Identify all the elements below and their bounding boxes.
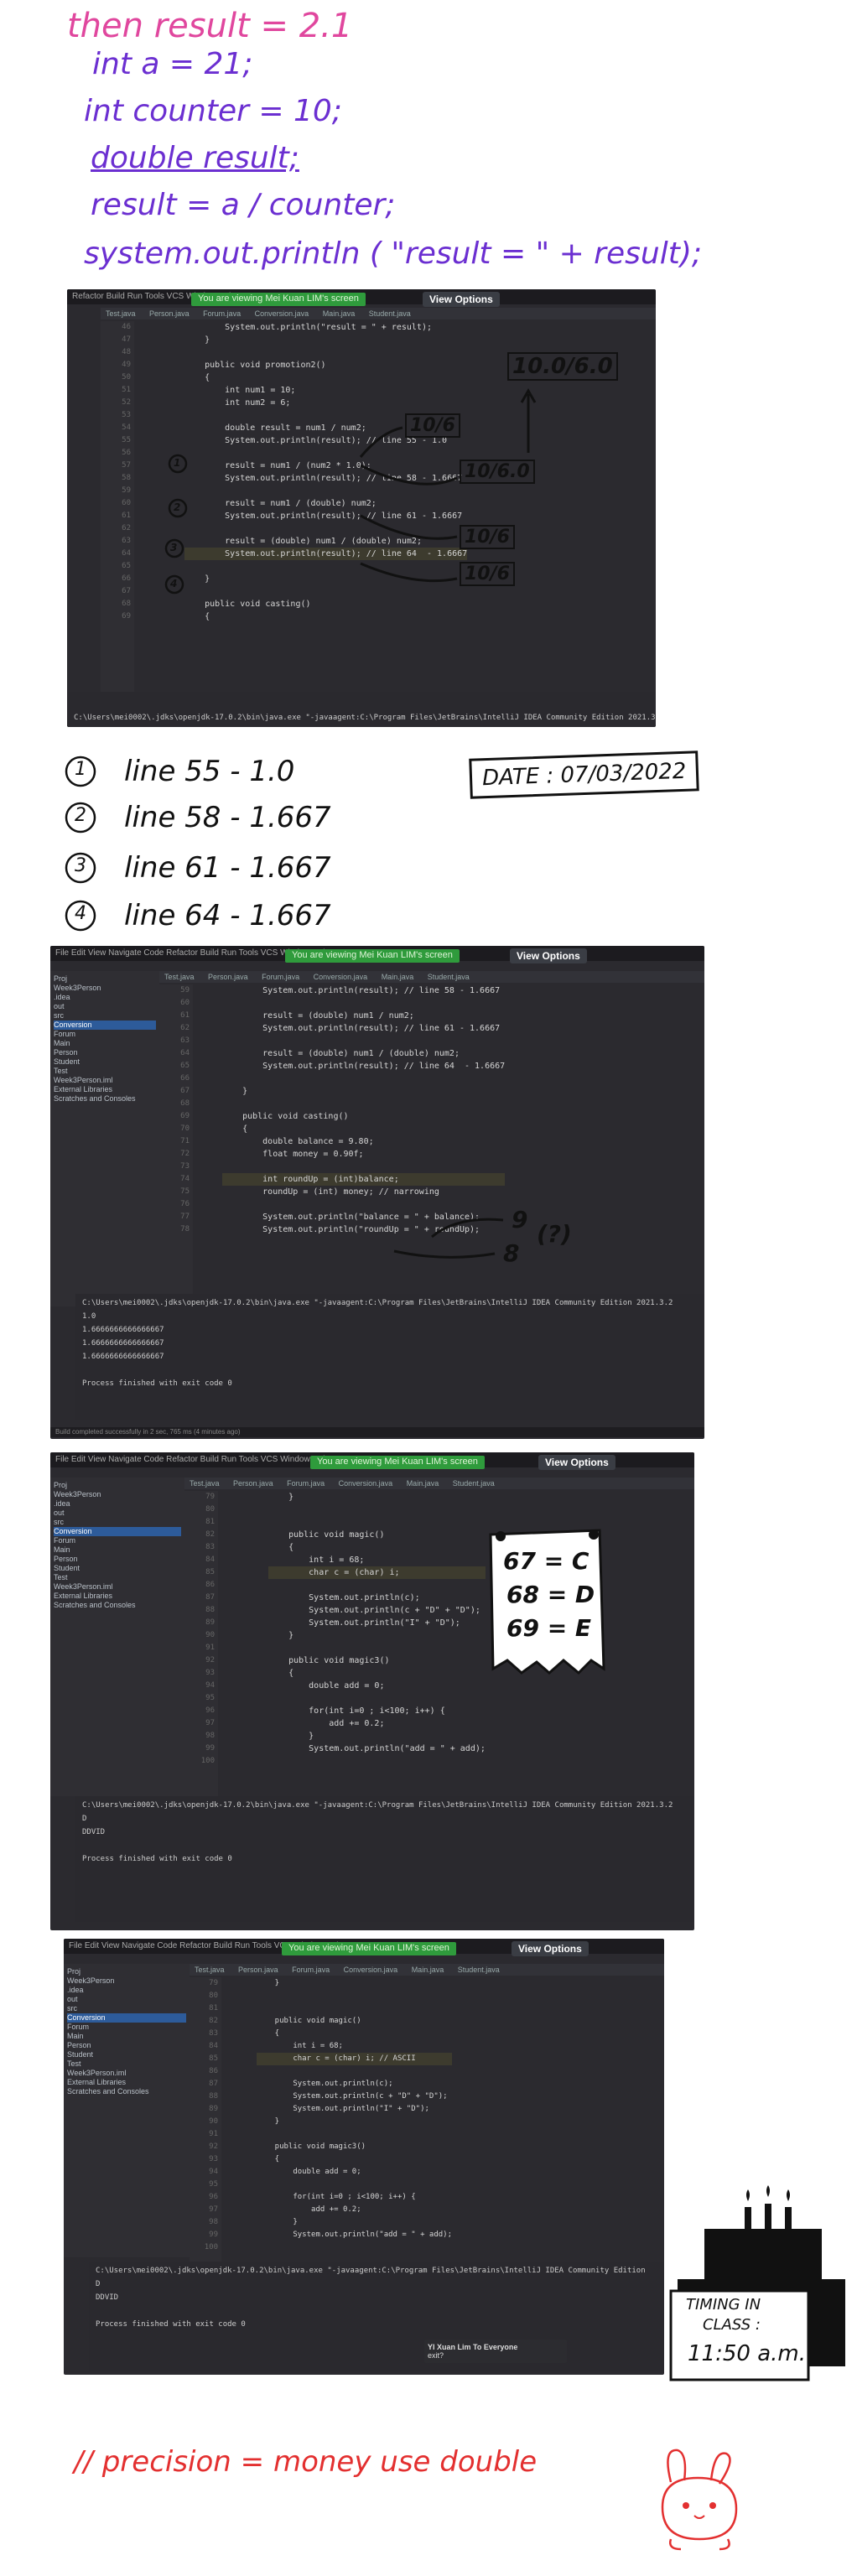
precision-note: // precision = money use double: [74, 2445, 538, 2479]
cake-note-line-3: 11:50 a.m.: [688, 2341, 806, 2366]
cake-drawing: [669, 2185, 845, 2381]
bunny-doodle: [661, 2449, 738, 2551]
cake-note-line-2: CLASS :: [703, 2316, 761, 2334]
cake-note-line-1: TIMING IN: [686, 2296, 761, 2314]
